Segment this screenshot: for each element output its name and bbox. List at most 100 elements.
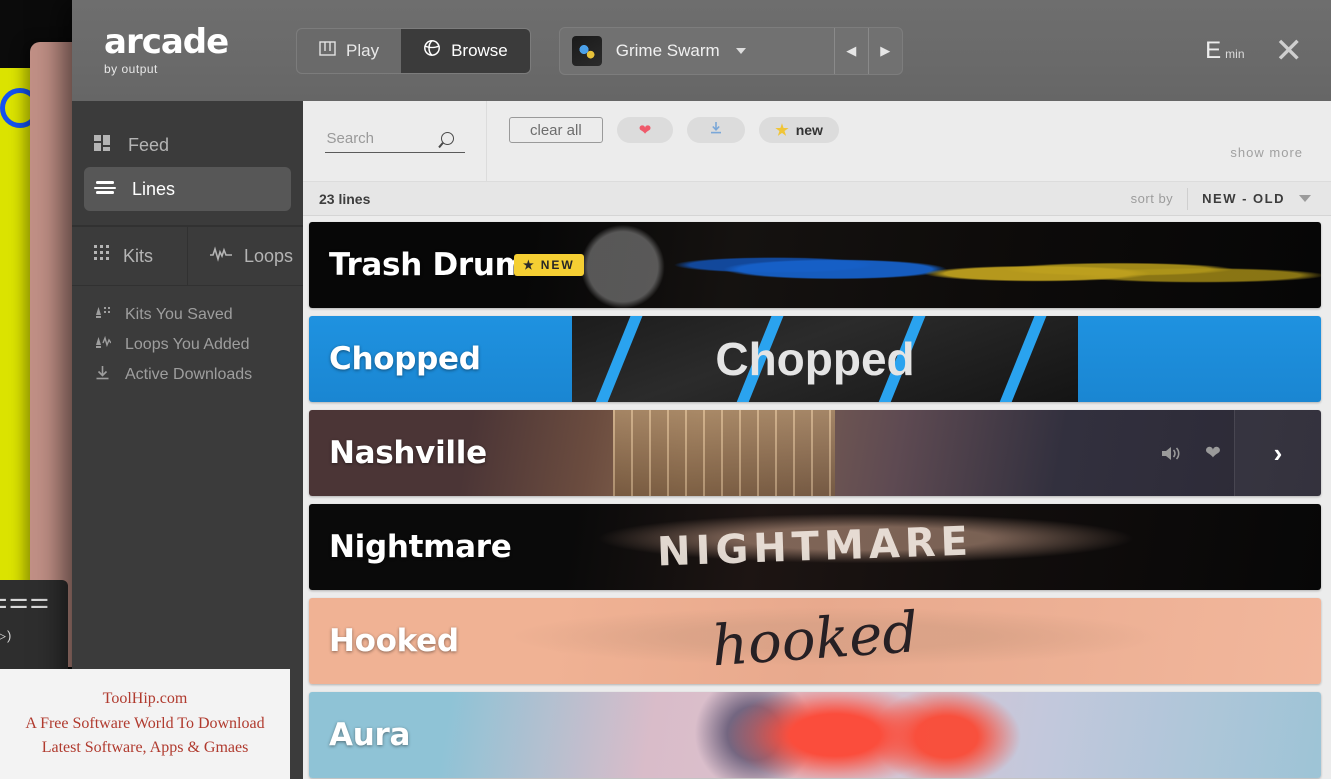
line-title: Chopped (329, 341, 481, 377)
preset-selector[interactable]: Grime Swarm ◀ ▶ (558, 26, 903, 75)
search-field-wrapper[interactable] (324, 129, 465, 153)
sidebar-split-row: Kits Loops (72, 226, 303, 286)
preset-name: Grime Swarm (615, 40, 720, 60)
tab-browse[interactable]: Browse (401, 28, 530, 73)
search-cell (303, 101, 487, 181)
search-icon[interactable] (440, 132, 454, 145)
preset-prev-button[interactable]: ◀ (833, 27, 868, 74)
sidebar-item-kits[interactable]: Kits (72, 227, 187, 285)
list-count-bar: 23 lines sort by NEW - OLD (303, 182, 1331, 216)
search-input[interactable] (324, 129, 441, 148)
sidebar-item-feed-label: Feed (128, 134, 170, 155)
speaker-icon[interactable] (1150, 445, 1192, 462)
star-icon: ★ (523, 258, 536, 272)
mode-switch: Play Browse (296, 27, 531, 74)
list-item[interactable]: Aura (309, 692, 1321, 778)
sort-separator (1187, 187, 1189, 210)
status-badge: ★ NEW (514, 254, 584, 276)
sidebar-item-loops-you-added[interactable]: Loops You Added (72, 330, 303, 360)
lines-icon (94, 178, 116, 201)
key-quality: min (1225, 46, 1245, 61)
filter-new-label: new (795, 122, 823, 138)
loops-added-icon (94, 335, 112, 356)
logo-subtext: by output (104, 62, 158, 76)
filter-pill-zone: clear all ❤ ★ new show more (487, 101, 1331, 181)
sidebar-item-loops-label: Loops (244, 245, 294, 266)
sidebar-item-lines-label: Lines (132, 178, 176, 199)
artwork-wordmark: Chopped (715, 333, 915, 385)
transport-icon: ( ▷) (0, 628, 13, 643)
globe-icon (423, 39, 441, 62)
waveform-icon (210, 245, 232, 267)
download-icon (94, 365, 111, 386)
sliders-icon: ⚌⚌⚌ (0, 588, 51, 613)
sort-by-label: sort by (1130, 191, 1174, 206)
watermark: ToolHip.com A Free Software World To Dow… (0, 669, 290, 779)
sidebar-saved-group: Kits You Saved Loops You Added Active Do… (72, 300, 303, 390)
watermark-line-1: ToolHip.com (102, 689, 188, 707)
list-item[interactable]: Nashville ❤ › (309, 410, 1321, 496)
row-actions: ❤ › (1150, 410, 1321, 496)
artwork-guitar-neck (612, 410, 836, 496)
preset-current[interactable]: Grime Swarm (560, 28, 834, 74)
watermark-line-2: A Free Software World To Download (25, 714, 265, 732)
lines-list: Trash Drums ★ NEW Chopped Chopped Nashvi… (303, 216, 1331, 779)
key-letter: E (1205, 36, 1222, 64)
line-title: Nightmare (329, 529, 512, 565)
key-indicator[interactable]: E min (1205, 37, 1244, 65)
download-icon (709, 121, 723, 139)
line-title: Trash Drums (329, 247, 545, 283)
sidebar-item-loops-you-added-label: Loops You Added (125, 336, 250, 353)
heart-icon: ❤ (638, 122, 652, 139)
grid-icon (94, 245, 111, 267)
sort-control[interactable]: sort by NEW - OLD (1130, 187, 1331, 210)
feed-icon (94, 134, 112, 157)
line-title: Aura (329, 717, 411, 753)
filter-bar: clear all ❤ ★ new (303, 101, 1331, 182)
chevron-down-icon[interactable] (1299, 195, 1311, 202)
sort-value[interactable]: NEW - OLD (1202, 191, 1285, 206)
show-more-button[interactable]: show more (1230, 145, 1303, 160)
kits-saved-icon (94, 305, 111, 326)
sidebar-item-kits-you-saved[interactable]: Kits You Saved (72, 300, 303, 330)
preset-thumbnail-icon (571, 35, 602, 66)
sidebar-item-active-downloads[interactable]: Active Downloads (72, 360, 303, 390)
watermark-line-3: Latest Software, Apps & Gmaes (41, 739, 249, 757)
line-count: 23 lines (319, 190, 371, 207)
tab-browse-label: Browse (451, 40, 508, 60)
close-icon[interactable]: ✕ (1275, 34, 1304, 68)
filter-favorites-button[interactable]: ❤ (616, 117, 674, 143)
sidebar-item-loops[interactable]: Loops (187, 227, 303, 285)
sidebar-item-kits-you-saved-label: Kits You Saved (125, 306, 233, 323)
status-badge-label: NEW (540, 258, 575, 272)
filter-new-button[interactable]: ★ new (759, 117, 839, 143)
sidebar-item-kits-label: Kits (123, 245, 154, 266)
artwork-wordmark: hooked (709, 600, 921, 680)
title-bar: arcade by output Play Browse Grime Swarm (72, 0, 1331, 101)
list-item[interactable]: NIGHTMARE Nightmare (309, 504, 1321, 590)
heart-icon[interactable]: ❤ (1192, 442, 1234, 465)
chevron-down-icon[interactable] (735, 47, 746, 54)
logo-wordmark: arcade (104, 22, 229, 62)
line-artwork (309, 692, 1321, 778)
preset-next-button[interactable]: ▶ (867, 27, 902, 74)
app-logo: arcade by output (104, 25, 244, 76)
sidebar-item-lines[interactable]: Lines (84, 167, 291, 211)
sidebar-item-active-downloads-label: Active Downloads (125, 366, 253, 383)
list-item[interactable]: Trash Drums ★ NEW (309, 222, 1321, 308)
list-item[interactable]: Chopped Chopped (309, 316, 1321, 402)
tab-play[interactable]: Play (297, 29, 401, 73)
content-pane: clear all ❤ ★ new (303, 101, 1331, 779)
clear-all-button[interactable]: clear all (509, 117, 603, 143)
filter-downloaded-button[interactable] (687, 117, 746, 143)
list-item[interactable]: hooked Hooked (309, 598, 1321, 684)
line-artwork: hooked (309, 598, 1321, 684)
line-title: Nashville (329, 435, 487, 471)
sidebar-item-feed[interactable]: Feed (72, 123, 303, 167)
artwork-wordmark: NIGHTMARE (656, 518, 974, 576)
tab-play-label: Play (346, 40, 380, 60)
line-title: Hooked (329, 623, 459, 659)
star-icon: ★ (775, 122, 789, 139)
filter-pill-row: clear all ❤ ★ new (509, 117, 1331, 143)
open-line-button[interactable]: › (1234, 410, 1321, 496)
